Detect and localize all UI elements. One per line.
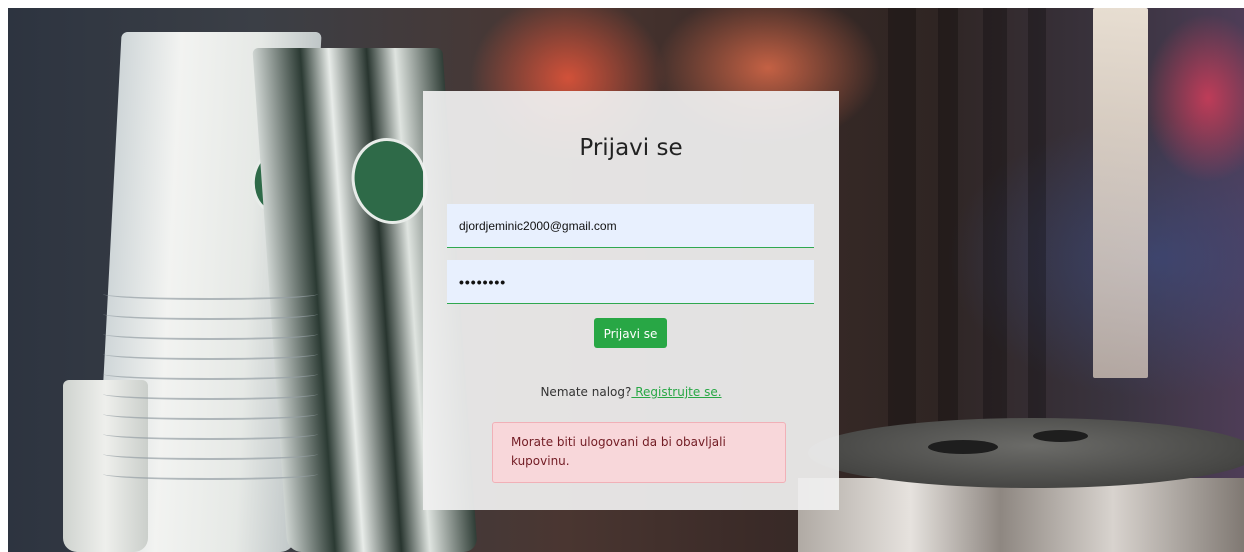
register-link[interactable]: Registrujte se.: [631, 385, 721, 399]
login-button[interactable]: Prijavi se: [594, 318, 667, 348]
cup-rim: [103, 288, 318, 300]
login-title: Prijavi se: [579, 135, 683, 161]
jar-lid: [808, 418, 1244, 488]
cup-rim: [103, 368, 318, 380]
cup-rim: [103, 388, 318, 400]
coffee-jar: [798, 478, 1244, 552]
register-prompt-text: Nemate nalog?: [540, 385, 632, 399]
lid-hole: [928, 440, 998, 454]
cup-rim: [103, 448, 318, 460]
login-card: Prijavi se Prijavi se Nemate nalog? Regi…: [423, 91, 839, 510]
cup-rim: [103, 468, 318, 480]
background-light: [1093, 8, 1148, 378]
cup-rim: [103, 408, 318, 420]
cup-rim: [103, 428, 318, 440]
cup-rim: [103, 328, 318, 340]
cup-logo-icon: [348, 138, 431, 224]
front-cup: [63, 380, 148, 552]
email-field[interactable]: [447, 204, 814, 248]
login-required-alert: Morate biti ulogovani da bi obavljali ku…: [492, 422, 786, 483]
lid-hole: [1033, 430, 1088, 442]
register-prompt-line: Nemate nalog? Registrujte se.: [423, 385, 839, 399]
cup-rim: [103, 308, 318, 320]
password-field[interactable]: [447, 260, 814, 304]
page-background: Prijavi se Prijavi se Nemate nalog? Regi…: [8, 8, 1244, 552]
cup-rim: [103, 348, 318, 360]
